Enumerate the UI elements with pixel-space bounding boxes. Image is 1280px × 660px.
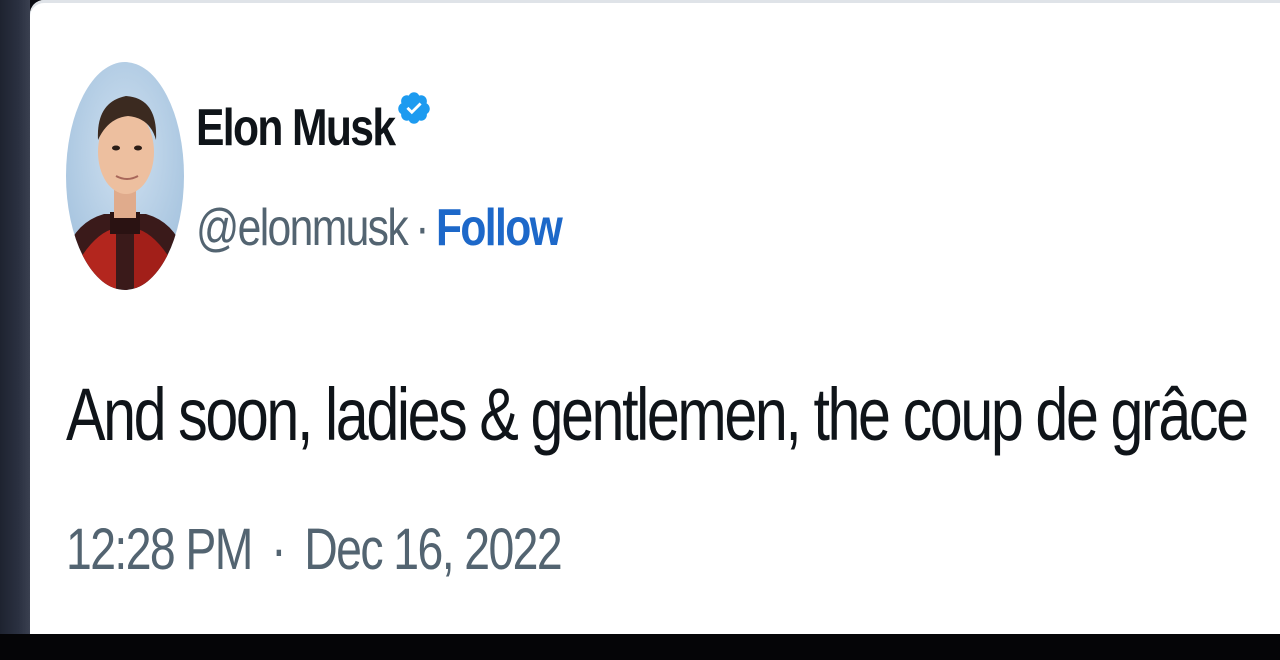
screen-bezel-bottom — [0, 634, 1280, 660]
screen: Elon Musk @elonmusk · Follow And soon, l… — [0, 0, 1280, 660]
screen-bezel-left — [0, 0, 30, 634]
author-handle[interactable]: @elonmusk — [196, 198, 409, 258]
tweet-time[interactable]: 12:28 PM — [66, 517, 253, 582]
author-display-name[interactable]: Elon Musk — [196, 98, 396, 158]
tweet-card: Elon Musk @elonmusk · Follow And soon, l… — [30, 0, 1280, 634]
verified-badge-icon — [396, 90, 432, 126]
timestamp-separator: · — [271, 517, 286, 582]
tweet-text: And soon, ladies & gentlemen, the coup d… — [66, 373, 1249, 456]
avatar[interactable] — [66, 62, 184, 290]
tweet-date[interactable]: Dec 16, 2022 — [304, 517, 562, 582]
avatar-image — [66, 62, 184, 290]
handle-separator: · — [415, 199, 429, 257]
author-handle-row: @elonmusk · Follow — [196, 196, 563, 260]
follow-button[interactable]: Follow — [436, 198, 563, 258]
tweet-timestamp[interactable]: 12:28 PM · Dec 16, 2022 — [66, 516, 563, 583]
